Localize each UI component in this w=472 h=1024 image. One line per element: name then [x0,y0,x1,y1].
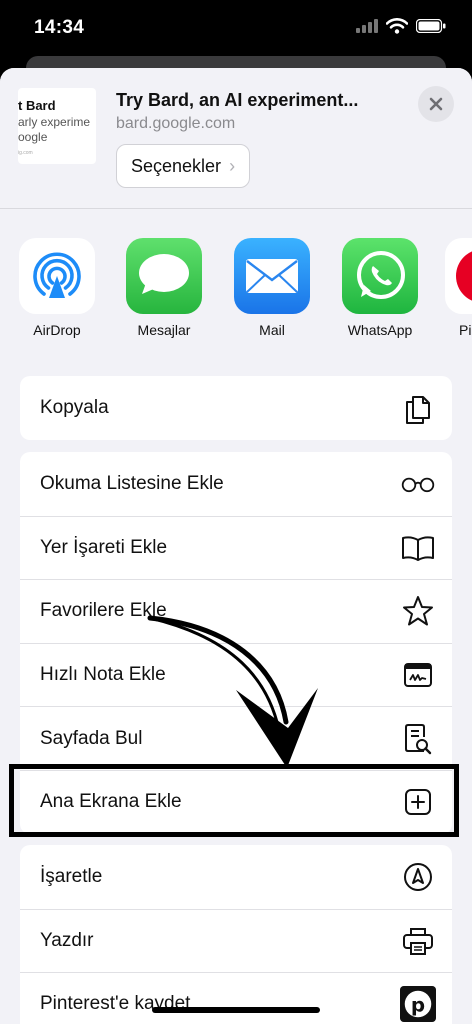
app-label: Pi [459,322,472,338]
star-icon [400,593,436,629]
app-label: Mail [259,322,285,338]
action-label: Sayfada Bul [40,727,143,749]
thumbnail-line: oogle [18,130,48,144]
printer-icon [400,923,436,959]
options-button[interactable]: Seçenekler › [116,144,251,188]
app-whatsapp[interactable]: WhatsApp [335,238,425,338]
action-label: Yazdır [40,929,94,951]
action-label: Favorilere Ekle [40,600,167,622]
action-label: Hızlı Nota Ekle [40,664,166,686]
app-airdrop[interactable]: AirDrop [12,238,102,338]
preview-title: Try Bard, an AI experiment... [116,90,359,110]
action-label: İşaretle [40,865,103,887]
chevron-right-icon: › [229,155,236,176]
app-label: WhatsApp [347,322,413,338]
battery-icon [416,19,446,33]
highlight-frame [9,764,459,837]
action-save-pinterest[interactable]: Pinterest'e kaydet p [20,972,452,1024]
thumbnail-line: ig.com [18,150,33,156]
app-messages[interactable]: Mesajlar [119,238,209,338]
airdrop-icon [19,238,95,314]
link-preview-header: t Bard arly experime oogle ig.com Try Ba… [0,68,472,209]
action-find-on-page[interactable]: Sayfada Bul [20,706,452,770]
close-icon [429,97,443,111]
action-print[interactable]: Yazdır [20,908,452,973]
pinterest-app-icon: P [445,238,472,314]
action-group-copy: Kopyala [20,376,452,440]
action-label: Kopyala [40,396,109,418]
action-copy[interactable]: Kopyala [20,376,452,440]
preview-url: bard.google.com [116,115,236,132]
status-bar: 14:34 [0,0,472,56]
close-button[interactable] [418,86,454,122]
pinterest-icon: p [400,986,436,1023]
whatsapp-icon [342,238,418,314]
book-icon [400,530,436,566]
markup-icon [400,859,436,895]
action-add-reading-list[interactable]: Okuma Listesine Ekle [20,452,452,516]
app-pinterest[interactable]: P Pi [445,238,472,338]
home-indicator [152,1007,320,1013]
action-label: Yer İşareti Ekle [40,536,168,558]
app-label: AirDrop [33,322,81,338]
mail-icon [234,238,310,314]
svg-text:p: p [411,994,425,1017]
wifi-icon [386,18,408,34]
share-apps-row: AirDrop Mesajlar Mail WhatsApp Pi [0,238,472,348]
action-label: Okuma Listesine Ekle [40,472,224,494]
thumbnail-line: arly experime [18,115,91,129]
status-time: 14:34 [34,17,85,38]
action-add-favorites[interactable]: Favorilere Ekle [20,579,452,643]
action-group-secondary: İşaretle Yazdır Pinterest'e kaydet p [20,845,452,1024]
glasses-icon [400,466,436,502]
action-markup[interactable]: İşaretle [20,845,452,909]
find-in-page-icon [400,721,436,757]
action-add-quick-note[interactable]: Hızlı Nota Ekle [20,642,452,707]
status-icons [356,18,446,34]
messages-icon [126,238,202,314]
cellular-signal-icon [356,19,378,33]
quick-note-icon [400,657,436,693]
options-label: Seçenekler [131,155,222,176]
thumbnail-line: t Bard [18,98,56,113]
share-sheet: t Bard arly experime oogle ig.com Try Ba… [0,68,472,1024]
app-mail[interactable]: Mail [227,238,317,338]
copy-icon [400,390,436,426]
page-thumbnail: t Bard arly experime oogle ig.com [18,88,96,164]
action-add-bookmark[interactable]: Yer İşareti Ekle [20,515,452,580]
app-label: Mesajlar [137,322,191,338]
